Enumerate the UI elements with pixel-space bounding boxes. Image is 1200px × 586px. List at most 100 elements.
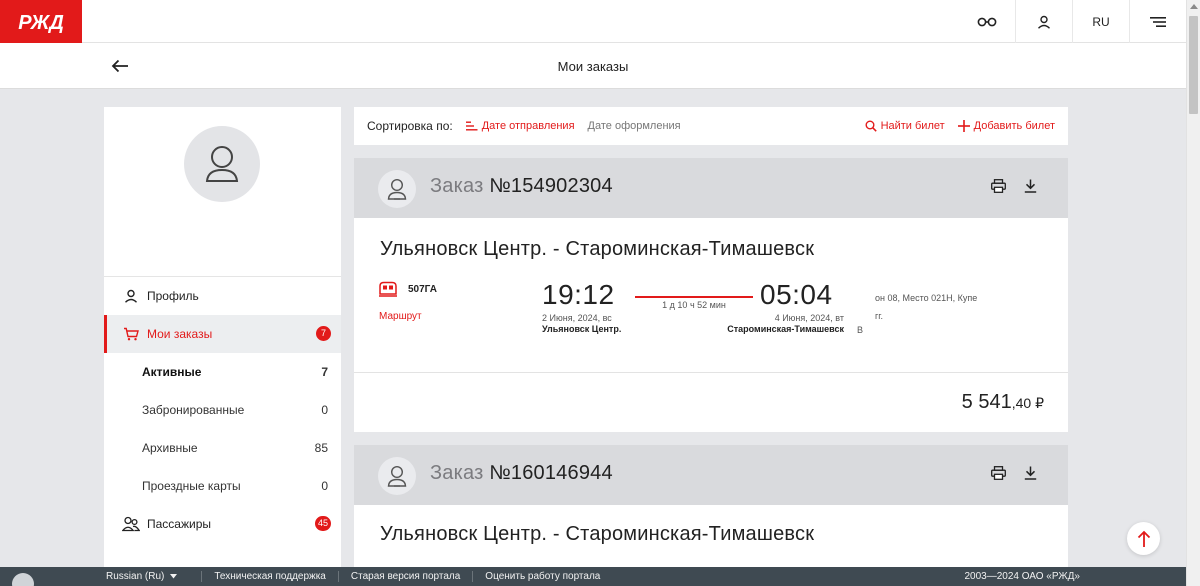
footer-old-version-link[interactable]: Старая версия портала bbox=[337, 571, 472, 582]
footer-rate-link[interactable]: Оценить работу портала bbox=[472, 571, 612, 582]
sort-by-departure[interactable]: Дате отправления bbox=[465, 120, 575, 132]
passenger-avatar bbox=[378, 457, 416, 495]
printer-icon bbox=[990, 466, 1006, 480]
subitem-count: 0 bbox=[321, 479, 328, 493]
subitem-count: 7 bbox=[321, 365, 328, 379]
language-button[interactable]: RU bbox=[1072, 0, 1129, 43]
order-header: Заказ №154902304 bbox=[354, 158, 1068, 218]
order-price: 5 541,40 ₽ bbox=[962, 391, 1044, 414]
train-number: 507ГА bbox=[408, 284, 437, 295]
footer-copyright: 2003—2024 ОАО «РЖД» bbox=[964, 571, 1080, 582]
arrow-up-icon bbox=[1137, 530, 1150, 547]
order-route: Ульяновск Центр. - Староминская-Тимашевс… bbox=[380, 523, 815, 545]
logo-text: РЖД bbox=[18, 12, 64, 34]
user-icon bbox=[387, 178, 407, 200]
price-main: 5 541 bbox=[961, 391, 1012, 413]
order-actions bbox=[974, 178, 1038, 194]
sort-option-label: Дате отправления bbox=[481, 120, 575, 132]
menu-button[interactable] bbox=[1129, 0, 1186, 43]
footer-support-link[interactable]: Техническая поддержка bbox=[201, 571, 338, 582]
user-icon bbox=[122, 287, 140, 305]
print-button[interactable] bbox=[990, 178, 1006, 194]
order-label: Заказ bbox=[430, 462, 484, 484]
scroll-thumb[interactable] bbox=[1189, 16, 1198, 114]
order-header: Заказ №160146944 bbox=[354, 445, 1068, 505]
arrival-station: Староминская-Тимашевск bbox=[727, 324, 844, 334]
users-icon bbox=[122, 515, 140, 533]
passenger-avatar bbox=[378, 170, 416, 208]
subitem-label: Проездные карты bbox=[142, 479, 241, 493]
subitem-count: 0 bbox=[321, 403, 328, 417]
sidebar-subitem-active[interactable]: Активные 7 bbox=[104, 353, 341, 391]
departure-date: 2 Июня, 2024, вс bbox=[542, 313, 612, 323]
sidebar-item-label: Мои заказы bbox=[147, 327, 213, 341]
profile-button[interactable] bbox=[1015, 0, 1072, 43]
download-icon bbox=[1024, 179, 1036, 193]
add-ticket-label: Добавить билет bbox=[973, 120, 1055, 132]
user-icon bbox=[387, 465, 407, 487]
caret-down-icon bbox=[170, 574, 178, 579]
sort-icon bbox=[465, 121, 478, 131]
avatar[interactable] bbox=[184, 126, 260, 202]
sort-actions: Найти билет Добавить билет bbox=[865, 120, 1068, 132]
order-card[interactable]: Заказ №160146944 Ульяновск Центр. - Стар… bbox=[354, 445, 1068, 567]
departure-station: Ульяновск Центр. bbox=[542, 324, 622, 334]
sidebar-item-passengers[interactable]: Пассажиры 45 bbox=[104, 505, 341, 543]
arrival-info: 4 Июня, 2024, вт Староминская-Тимашевск bbox=[720, 313, 844, 335]
subitem-count: 85 bbox=[314, 441, 328, 455]
order-footer: 5 541,40 ₽ bbox=[354, 372, 1068, 432]
sidebar-item-profile[interactable]: Профиль bbox=[104, 277, 341, 315]
print-button[interactable] bbox=[990, 465, 1006, 481]
sidebar-item-my-orders[interactable]: Мои заказы 7 bbox=[104, 315, 341, 353]
trip-duration: 1 д 10 ч 52 мин bbox=[662, 300, 726, 310]
sort-by-booking[interactable]: Дате оформления bbox=[588, 120, 681, 132]
add-ticket-button[interactable]: Добавить билет bbox=[957, 120, 1055, 132]
arrival-date: 4 Июня, 2024, вт bbox=[774, 313, 844, 323]
accessibility-button[interactable] bbox=[958, 0, 1015, 43]
download-button[interactable] bbox=[1022, 178, 1038, 194]
order-number: №154902304 bbox=[489, 175, 613, 197]
user-icon bbox=[1038, 15, 1050, 29]
scroll-top-button[interactable] bbox=[1127, 522, 1160, 555]
rzd-logo[interactable]: РЖД bbox=[0, 0, 82, 43]
order-card[interactable]: Заказ №154902304 Ульяновск Центр. - Стар… bbox=[354, 158, 1068, 432]
scroll-up-arrow-icon[interactable] bbox=[1190, 4, 1198, 9]
sort-option-label: Дате оформления bbox=[587, 120, 681, 132]
sort-label: Сортировка по: bbox=[367, 119, 453, 133]
download-button[interactable] bbox=[1022, 465, 1038, 481]
sidebar-subitem-reserved[interactable]: Забронированные 0 bbox=[104, 391, 341, 429]
glasses-icon bbox=[977, 17, 996, 26]
arrival-time: 05:04 bbox=[760, 279, 833, 310]
seat-line: гг. bbox=[875, 311, 883, 321]
subitem-label: Активные bbox=[142, 365, 202, 379]
order-actions bbox=[974, 465, 1038, 481]
search-icon bbox=[865, 120, 877, 132]
footer-language-label: Russian (Ru) bbox=[106, 571, 165, 582]
departure-time: 19:12 bbox=[542, 279, 615, 310]
page-title: Мои заказы bbox=[557, 59, 629, 74]
departure-info: 2 Июня, 2024, вс Ульяновск Центр. bbox=[542, 313, 621, 335]
sort-bar: Сортировка по: Дате отправления Дате офо… bbox=[354, 107, 1068, 145]
seat-info: он 08, Место 021Н, Купе гг. В bbox=[857, 282, 1007, 342]
sidebar-item-label: Пассажиры bbox=[147, 517, 212, 531]
plus-icon bbox=[957, 120, 970, 132]
top-actions: RU bbox=[958, 0, 1186, 43]
page-subheader: Мои заказы bbox=[0, 43, 1186, 89]
profile-card bbox=[104, 107, 341, 277]
cart-icon bbox=[122, 325, 140, 343]
rzd-logo-icon: РЖД bbox=[18, 12, 64, 34]
route-link[interactable]: Маршрут bbox=[379, 311, 422, 322]
hamburger-icon bbox=[1150, 16, 1166, 27]
order-number: №160146944 bbox=[489, 462, 613, 484]
sidebar: Профиль Мои заказы 7 Активные 7 Забронир… bbox=[104, 107, 341, 569]
order-label: Заказ bbox=[430, 175, 484, 197]
top-header: РЖД RU bbox=[0, 0, 1186, 43]
sidebar-subitem-travel-cards[interactable]: Проездные карты 0 bbox=[104, 467, 341, 505]
passengers-count-badge: 45 bbox=[314, 516, 331, 531]
find-ticket-button[interactable]: Найти билет bbox=[865, 120, 945, 132]
sidebar-subitem-archive[interactable]: Архивные 85 bbox=[104, 429, 341, 467]
subitem-label: Забронированные bbox=[142, 403, 245, 417]
user-avatar-icon bbox=[205, 146, 239, 182]
page-scrollbar[interactable] bbox=[1186, 0, 1200, 586]
printer-icon bbox=[990, 179, 1006, 193]
